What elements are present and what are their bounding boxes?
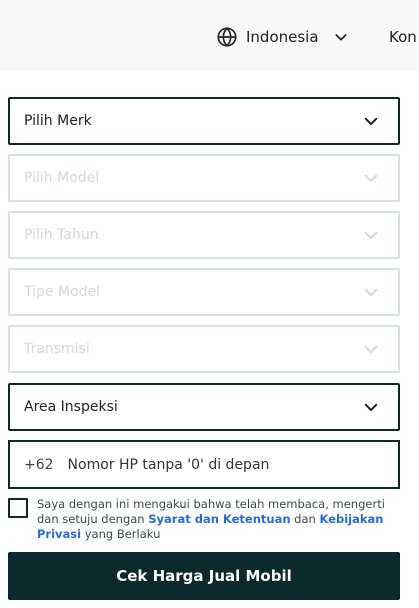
phone-input[interactable]	[67, 456, 368, 473]
consent-middle: dan	[290, 512, 320, 526]
dropdown-label: Area Inspeksi	[24, 399, 118, 415]
dropdown-label: Pilih Merk	[24, 113, 92, 129]
phone-field[interactable]: +62	[8, 440, 400, 489]
consent-section: Saya dengan ini mengakui bahwa telah mem…	[8, 497, 400, 543]
dropdown-field: Pilih Model	[8, 154, 400, 202]
terms-link[interactable]: Syarat dan Ketentuan	[148, 512, 290, 526]
chevron-down-icon	[364, 345, 378, 353]
consent-checkbox[interactable]	[8, 498, 28, 518]
dropdown-field[interactable]: Area Inspeksi	[8, 383, 400, 431]
dropdown-field: Transmisi	[8, 325, 400, 373]
chevron-down-icon	[364, 174, 378, 182]
submit-button[interactable]: Cek Harga Jual Mobil	[8, 552, 400, 600]
chevron-down-icon	[364, 117, 378, 125]
dropdown-label: Tipe Model	[24, 284, 100, 300]
consent-text: Saya dengan ini mengakui bahwa telah mem…	[37, 497, 397, 542]
globe-icon	[217, 27, 237, 47]
contact-link[interactable]: Kon	[389, 28, 417, 46]
language-label: Indonesia	[246, 28, 319, 46]
chevron-down-icon	[364, 288, 378, 296]
chevron-down-icon	[335, 34, 347, 41]
chevron-down-icon	[364, 231, 378, 239]
dropdown-label: Transmisi	[24, 341, 90, 357]
consent-suffix: yang Berlaku	[81, 527, 161, 541]
dropdown-field: Pilih Tahun	[8, 211, 400, 259]
dropdown-field: Tipe Model	[8, 268, 400, 316]
dropdown-label: Pilih Tahun	[24, 227, 99, 243]
language-selector[interactable]: Indonesia	[216, 24, 349, 50]
top-bar: Indonesia Kon	[0, 0, 419, 71]
country-code: +62	[24, 456, 54, 473]
chevron-down-icon	[364, 403, 378, 411]
dropdown-field[interactable]: Pilih Merk	[8, 97, 400, 145]
dropdown-label: Pilih Model	[24, 170, 100, 186]
